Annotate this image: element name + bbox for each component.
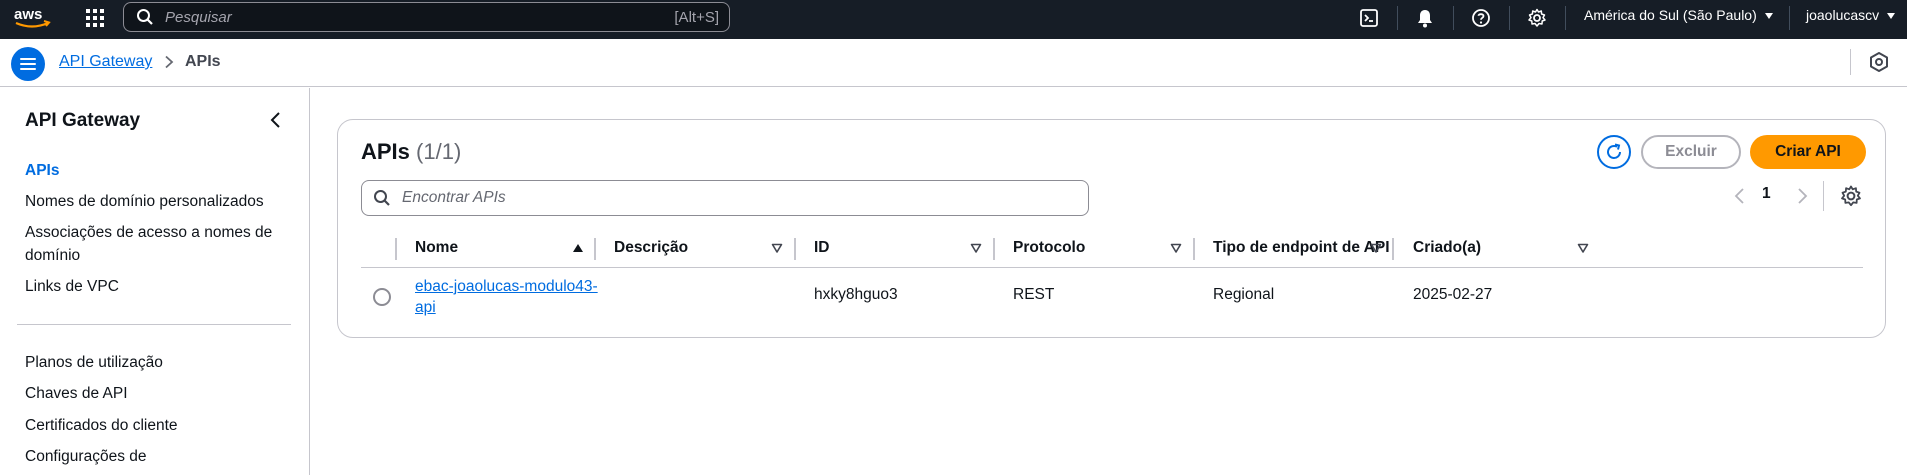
region-selector[interactable]: América do Sul (São Paulo) [1584,7,1773,23]
aws-logo-icon[interactable]: aws [12,3,52,33]
sidebar-item-usage-plans[interactable]: Planos de utilização [25,351,290,374]
help-panel-icon[interactable] [1868,51,1890,73]
find-apis-placeholder: Encontrar APIs [402,189,506,206]
sidebar-item-custom-domain-names[interactable]: Nomes de domínio personalizados [25,190,290,213]
column-divider [395,238,397,260]
search-icon [137,9,153,25]
help-icon [1472,9,1490,27]
table-header: Nome Descrição ID Protocolo Tipo de endp… [361,228,1863,268]
side-nav-title[interactable]: API Gateway [25,110,140,132]
region-label: América do Sul (São Paulo) [1584,7,1757,23]
chevron-right-icon [165,55,174,69]
sort-descending-icon[interactable] [771,242,783,254]
side-nav-toggle-button[interactable] [11,47,45,81]
divider [1850,49,1851,75]
panel-title: APIs [361,139,410,164]
pagination-divider [1823,181,1824,211]
sidebar-item-api-keys[interactable]: Chaves de API [25,382,290,405]
delete-button[interactable]: Excluir [1641,135,1741,169]
apis-table-container: APIs (1/1) Excluir Criar API Encontrar A… [337,119,1886,338]
nav-divider [1789,6,1790,30]
collapse-chevron-left-icon[interactable] [266,110,286,130]
nav-divider [1565,6,1566,30]
sidebar-item-client-certificates[interactable]: Certificados do cliente [25,414,290,437]
side-navigation: API Gateway APIs Nomes de domínio person… [0,88,310,475]
table-preferences-gear-icon[interactable] [1839,184,1863,208]
column-divider [1193,238,1195,260]
cloudshell-button[interactable] [1356,5,1382,31]
nav-divider [1453,6,1454,30]
column-header-protocol[interactable]: Protocolo [1013,228,1085,268]
next-page-chevron-icon[interactable] [1794,187,1810,205]
global-search-input[interactable]: Pesquisar [Alt+S] [123,2,730,32]
hamburger-icon [20,58,36,70]
caret-down-icon [1764,13,1773,19]
account-menu[interactable]: joaolucascv [1806,7,1896,23]
table-row[interactable]: ebac-joaolucas-modulo43-api hxky8hguo3 R… [361,268,1863,324]
column-header-id[interactable]: ID [814,228,830,268]
nav-divider [1509,6,1510,30]
panel-count: (1/1) [416,139,462,164]
column-divider [794,238,796,260]
services-grid-icon[interactable] [84,7,106,29]
top-navigation: aws Pesquisar [Alt+S] América do Sul (Sã… [0,0,1907,39]
api-protocol: REST [1013,286,1055,303]
breadcrumb-current: APIs [185,53,221,70]
column-divider [594,238,596,260]
gear-icon [1528,8,1546,27]
sidebar-divider [17,324,291,325]
column-header-endpoint-type[interactable]: Tipo de endpoint de API [1213,228,1390,268]
account-username: joaolucascv [1806,7,1880,23]
create-api-button[interactable]: Criar API [1750,135,1866,169]
sidebar-item-settings[interactable]: Configurações de [25,445,290,468]
svg-text:aws: aws [14,6,42,23]
breadcrumb-api-gateway-link[interactable]: API Gateway [59,53,152,71]
nav-divider [1397,6,1398,30]
refresh-button[interactable] [1597,135,1631,169]
refresh-icon [1607,143,1621,159]
sort-descending-icon[interactable] [1370,242,1382,254]
help-button[interactable] [1468,5,1494,31]
api-endpoint-type: Regional [1213,286,1275,303]
bell-icon [1418,10,1432,28]
panel-heading: APIs (1/1) [361,139,461,165]
sort-descending-icon[interactable] [1577,242,1589,254]
breadcrumb-bar: API Gateway APIs [0,39,1907,87]
settings-button[interactable] [1524,5,1550,31]
find-apis-input[interactable]: Encontrar APIs [361,180,1089,216]
sidebar-item-vpc-links[interactable]: Links de VPC [25,275,290,298]
column-divider [993,238,995,260]
column-header-description[interactable]: Descrição [614,228,688,268]
column-header-name[interactable]: Nome [415,228,458,268]
notifications-button[interactable] [1412,5,1438,31]
sidebar-item-domain-access-associations[interactable]: Associações de acesso a nomes de domínio [25,221,290,267]
sort-ascending-icon[interactable] [572,242,584,254]
sidebar-item-apis[interactable]: APIs [25,159,290,182]
sort-descending-icon[interactable] [970,242,982,254]
column-divider [1392,238,1394,260]
page-number[interactable]: 1 [1762,185,1771,203]
sort-descending-icon[interactable] [1170,242,1182,254]
previous-page-chevron-icon[interactable] [1732,187,1748,205]
api-created-date: 2025-02-27 [1413,286,1493,303]
api-id: hxky8hguo3 [814,286,898,303]
row-select-radio[interactable] [373,288,391,306]
search-icon [374,190,390,206]
api-name-link[interactable]: ebac-joaolucas-modulo43-api [415,276,600,318]
column-header-created[interactable]: Criado(a) [1413,228,1481,268]
caret-down-icon [1887,13,1896,19]
search-shortcut: [Alt+S] [674,9,719,26]
search-placeholder: Pesquisar [165,9,232,26]
cloudshell-icon [1360,9,1378,27]
